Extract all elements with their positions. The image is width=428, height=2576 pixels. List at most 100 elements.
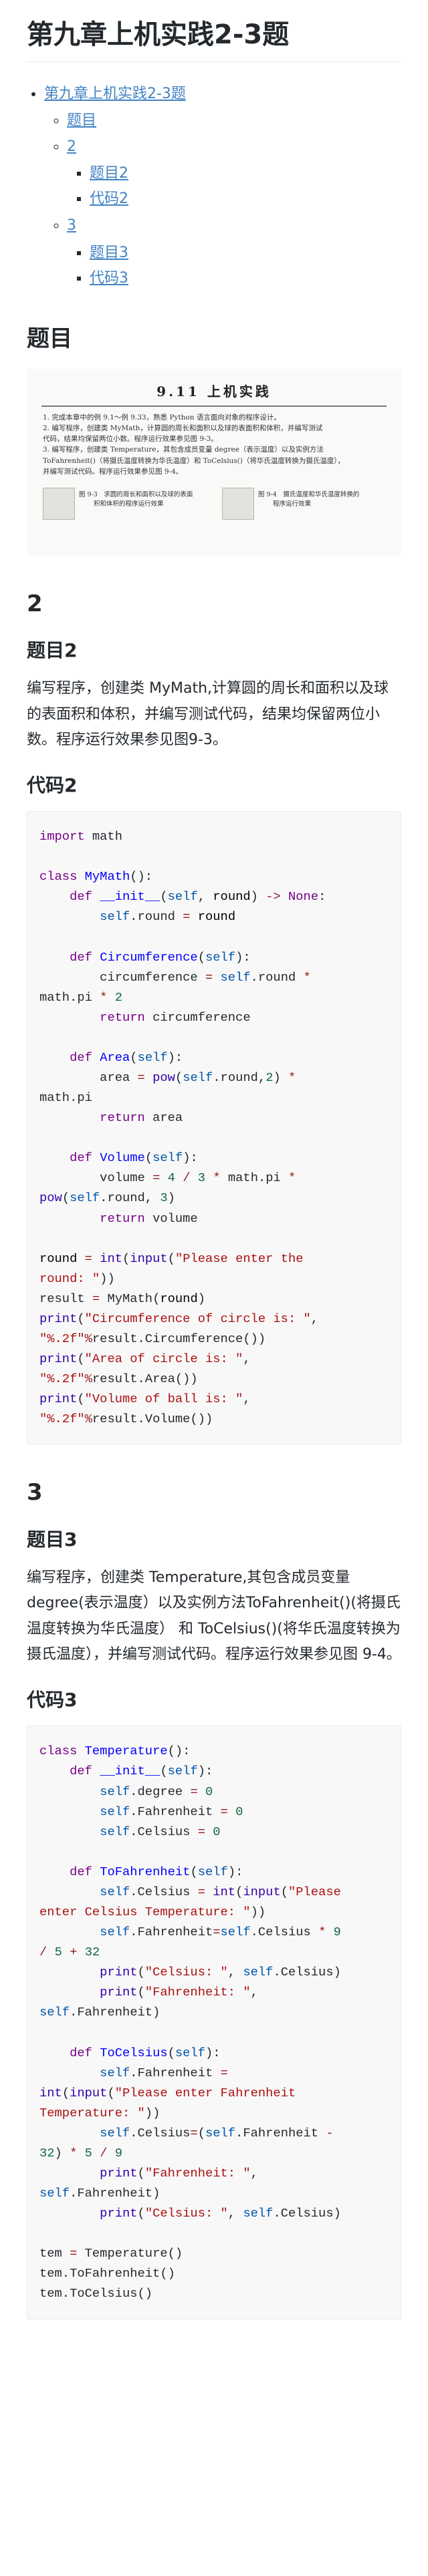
toc-link-timu[interactable]: 题目 xyxy=(67,112,96,129)
code-line: "%.2f"%result.Volume()) xyxy=(39,1412,213,1427)
code-line: area = pow(self.round,2) * xyxy=(39,1070,296,1085)
textbook-excerpt-image: 9.11 上机实践 1. 完成本章中的例 9.1～例 9.33，熟悉 Pytho… xyxy=(27,368,401,556)
code-line: self.Celsius=(self.Fahrenheit - xyxy=(100,2125,334,2140)
code-line: print("Fahrenheit: ", xyxy=(100,2165,258,2181)
code-line: print("Circumference of circle is: ", xyxy=(39,1311,319,1326)
toc-item: 2 题目2 代码2 xyxy=(67,135,401,212)
caption-line: 图 9-3 求圆的周长和面积以及球的表面 xyxy=(79,490,193,498)
toc-item: 代码3 xyxy=(90,267,401,291)
toc-item: 第九章上机实践2-3题 题目 2 题目2 代码2 3 题目3 代码3 xyxy=(44,82,401,291)
page-title: 第九章上机实践2-3题 xyxy=(27,17,401,62)
toc-sublist: 题目3 代码3 xyxy=(67,241,401,291)
toc-item: 题目3 xyxy=(90,241,401,265)
figure-screenshot-thumb xyxy=(222,487,254,520)
code-line: def __init__(self): xyxy=(70,1764,213,1779)
toc-item: 3 题目3 代码3 xyxy=(67,214,401,291)
code-line: def Area(self): xyxy=(70,1050,183,1065)
problem-2-description: 编写程序，创建类 MyMath,计算圆的周长和面积以及球的表面积和体积，并编写测… xyxy=(27,680,389,749)
code-line: return volume xyxy=(100,1211,198,1226)
code-line: return area xyxy=(100,1110,183,1126)
figure-thumbnails: 图 9-3 求圆的周长和面积以及球的表面 积和体积的程序运行效果 图 9-4 摄… xyxy=(43,487,385,548)
section-heading-2: 2 xyxy=(27,590,43,617)
code-line: self.Celsius = 0 xyxy=(100,1824,221,1839)
figure-text-line: 2. 编写程序，创建类 MyMath，计算圆的周长和面积以及球的表面积和体积，并… xyxy=(43,424,323,432)
code-line: def ToCelsius(self): xyxy=(70,2045,221,2060)
code-line: tem.ToFahrenheit() xyxy=(39,2266,175,2281)
toc-link-3[interactable]: 3 xyxy=(67,217,76,234)
code-line: "%.2f"%result.Area()) xyxy=(39,1372,198,1387)
code-line: print("Celsius: ", self.Celsius) xyxy=(100,1965,341,1980)
section-heading-timu: 题目 xyxy=(27,325,72,353)
caption-line: 程序运行效果 xyxy=(273,500,312,508)
toc-link-daima2[interactable]: 代码2 xyxy=(90,190,128,207)
subheading-daima3: 代码3 xyxy=(27,1688,78,1711)
toc-item: 代码2 xyxy=(90,187,401,211)
code-line: self.Fahrenheit = 0 xyxy=(100,1804,243,1819)
code-line: print("Volume of ball is: ", xyxy=(39,1392,251,1407)
toc-link-daima3[interactable]: 代码3 xyxy=(90,270,128,287)
code-line: tem.ToCelsius() xyxy=(39,2286,153,2301)
subheading-daima2: 代码2 xyxy=(27,774,78,796)
toc-sublist: 题目 2 题目2 代码2 3 题目3 代码3 xyxy=(44,109,401,291)
figure-title: 9.11 上机实践 xyxy=(156,383,272,399)
figure-text-line: 代码，结果均保留两位小数。程序运行效果参见图 9-3。 xyxy=(43,435,218,444)
toc-item: 题目2 xyxy=(90,162,401,186)
code-line: def ToFahrenheit(self): xyxy=(70,1864,243,1879)
toc-link-timu3[interactable]: 题目3 xyxy=(90,245,128,261)
code-line: self.Fahrenheit) xyxy=(39,2005,160,2020)
code-line: pow(self.round, 3) xyxy=(39,1190,175,1206)
code-line: class MyMath(): xyxy=(39,869,153,884)
figure-text-line: 1. 完成本章中的例 9.1～例 9.33，熟悉 Python 语言面向对象的程… xyxy=(43,413,281,422)
code-line: print("Fahrenheit: ", xyxy=(100,1985,258,2000)
code-block-3[interactable]: class Temperature(): def __init__(self):… xyxy=(27,1726,401,2319)
code-line: self.round = round xyxy=(100,909,236,925)
figure-text-line: 并编写测试代码。程序运行效果参见图 9-4。 xyxy=(43,467,183,476)
code-line: enter Celsius Temperature: ")) xyxy=(39,1904,266,1919)
toc-link-2[interactable]: 2 xyxy=(67,138,76,155)
code-line: self.Fahrenheit = xyxy=(100,2065,228,2080)
code-line: def Volume(self): xyxy=(70,1150,198,1166)
code-line: def __init__(self, round) -> None: xyxy=(70,889,326,905)
code-line: import math xyxy=(39,829,122,844)
code-line: circumference = self.round * xyxy=(39,969,311,985)
code-line: / 5 + 32 xyxy=(39,1945,100,1960)
code-line: math.pi xyxy=(39,1090,92,1106)
code-line: self.Fahrenheit) xyxy=(39,2186,160,2201)
code-line: volume = 4 / 3 * math.pi * xyxy=(39,1170,296,1186)
code-line: self.degree = 0 xyxy=(100,1784,213,1799)
code-line: class Temperature(): xyxy=(39,1744,191,1759)
figure-divider xyxy=(41,405,387,407)
figure-text-line: 3. 编写程序，创建类 Temperature，其包含成员变量 degree（表… xyxy=(43,446,324,454)
toc-sublist: 题目2 代码2 xyxy=(67,162,401,212)
caption-line: 积和体积的程序运行效果 xyxy=(94,500,164,508)
code-block-2[interactable]: import math class MyMath(): def __init__… xyxy=(27,811,401,1445)
problem-3-description: 编写程序，创建类 Temperature,其包含成员变量degree(表示温度）… xyxy=(27,1569,401,1663)
subheading-timu3: 题目3 xyxy=(27,1528,78,1551)
code-line: def Circumference(self): xyxy=(70,949,251,965)
code-line: self.Celsius = int(input("Please xyxy=(100,1884,341,1899)
code-line: print("Area of circle is: ", xyxy=(39,1351,251,1367)
code-line: print("Celsius: ", self.Celsius) xyxy=(100,2206,341,2221)
figure-caption-right: 图 9-4 摄氏温度和华氏温度转换的 程序运行效果 xyxy=(258,490,385,510)
code-line: "%.2f"%result.Circumference()) xyxy=(39,1331,266,1346)
code-line: 32) * 5 / 9 xyxy=(39,2145,123,2160)
toc-item: 题目 xyxy=(67,109,401,133)
subheading-timu2: 题目2 xyxy=(27,639,78,661)
figure-text: 1. 完成本章中的例 9.1～例 9.33，熟悉 Python 语言面向对象的程… xyxy=(27,412,401,478)
code-line: round = int(input("Please enter the xyxy=(39,1251,304,1266)
code-line: int(input("Please enter Fahrenheit xyxy=(39,2085,296,2100)
code-line: self.Fahrenheit=self.Celsius * 9 xyxy=(100,1925,341,1940)
code-line: return circumference xyxy=(100,1009,251,1025)
code-line: round: ")) xyxy=(39,1271,115,1286)
table-of-contents: 第九章上机实践2-3题 题目 2 题目2 代码2 3 题目3 代码3 xyxy=(27,82,401,291)
toc-link-timu2[interactable]: 题目2 xyxy=(90,165,128,182)
figure-text-line: ToFahrenheit()（将摄氏温度转换为华氏温度）和 ToCelsius(… xyxy=(43,456,345,465)
toc-link-chapter[interactable]: 第九章上机实践2-3题 xyxy=(44,86,186,102)
